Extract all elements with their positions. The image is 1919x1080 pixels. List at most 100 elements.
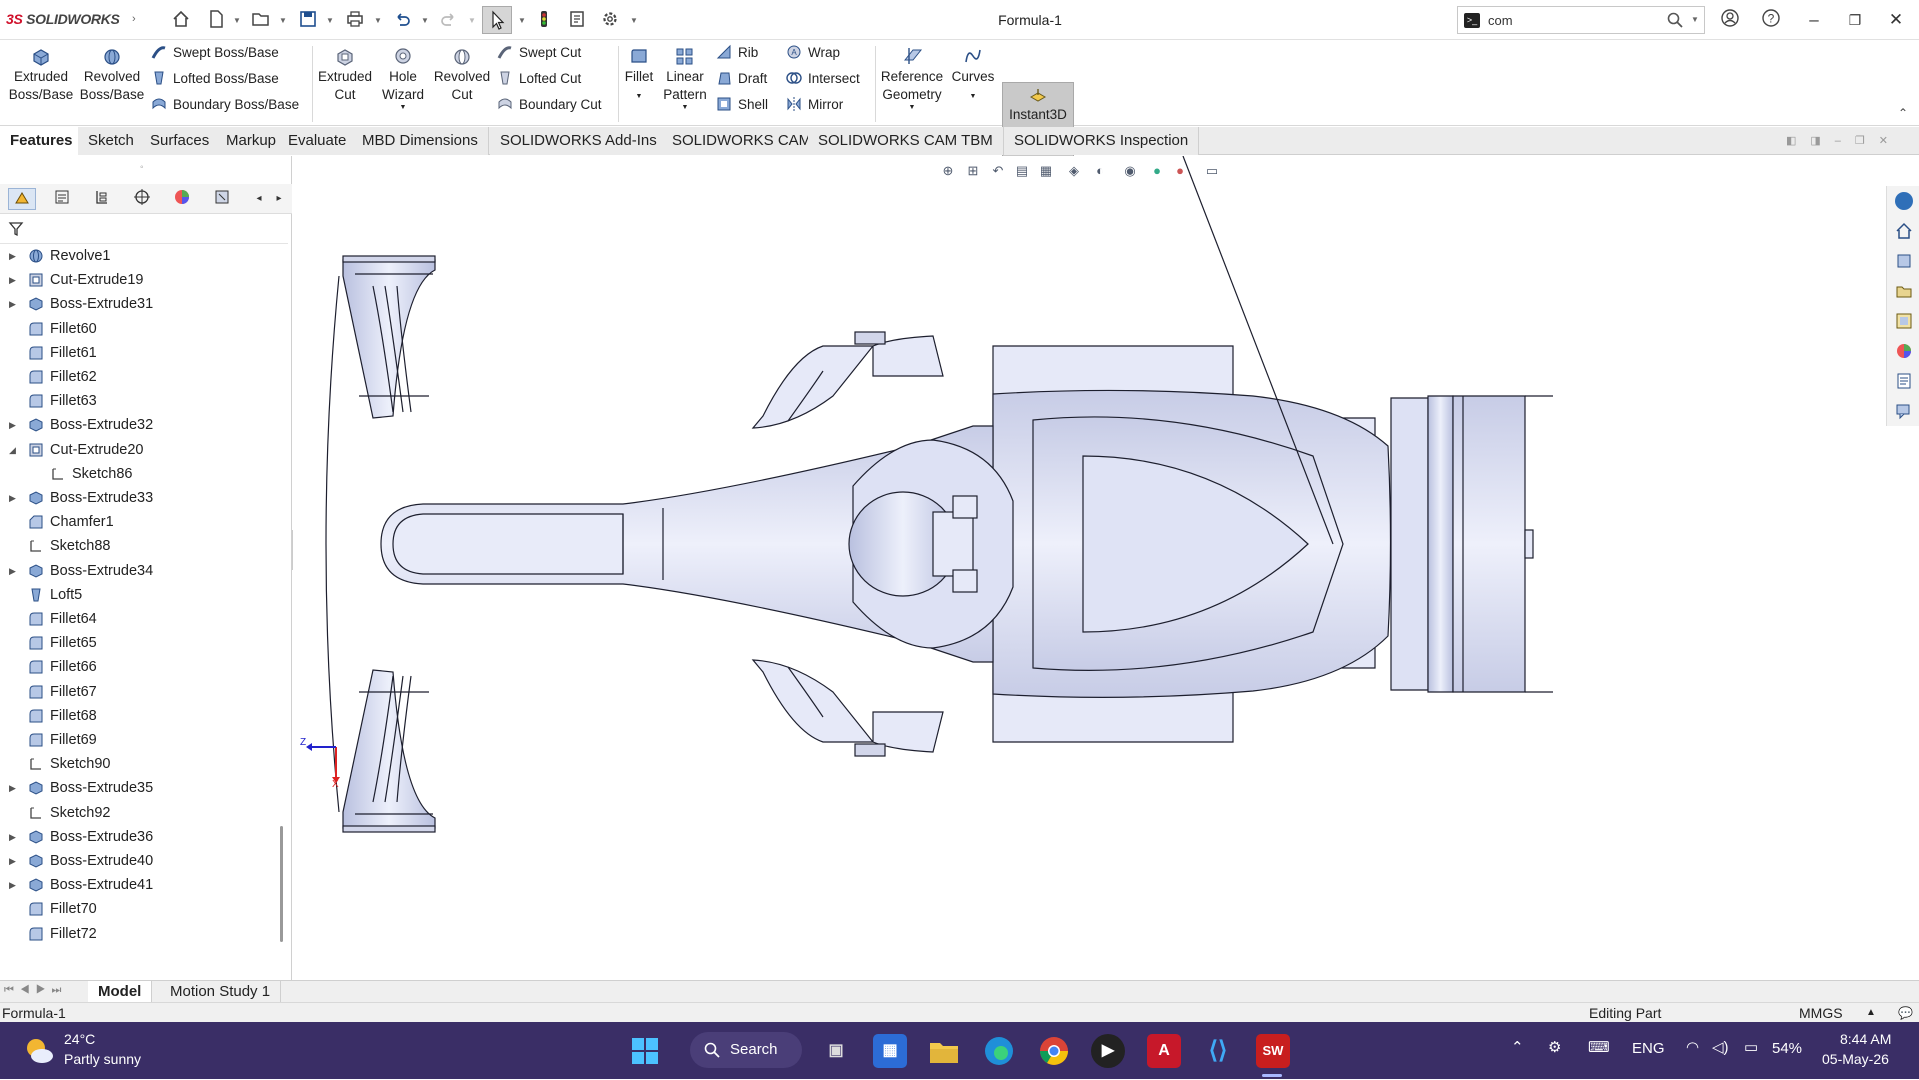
file-explorer-pane-icon[interactable] bbox=[1895, 282, 1913, 300]
view-orientation-icon[interactable]: ◈ bbox=[1065, 162, 1083, 180]
status-message-icon[interactable]: 💬 bbox=[1898, 1003, 1913, 1023]
reference-geometry-dropdown-icon[interactable]: ▼ bbox=[878, 104, 946, 112]
expand-arrow-icon[interactable]: ▶ bbox=[9, 413, 16, 437]
tab-scroll-left-icon[interactable]: ◂ bbox=[250, 188, 268, 210]
viewport-window-controls[interactable]: ◧◨–❐✕ bbox=[1786, 134, 1902, 147]
linear-pattern-dropdown-icon[interactable]: ▼ bbox=[660, 104, 710, 112]
home-pane-icon[interactable] bbox=[1895, 222, 1913, 240]
swept-cut-button[interactable]: Swept Cut bbox=[497, 42, 581, 64]
wifi-icon[interactable]: ◠ bbox=[1686, 1038, 1699, 1056]
autocad-icon[interactable]: A bbox=[1147, 1034, 1181, 1068]
tree-filter-bar[interactable] bbox=[0, 214, 288, 244]
fillet-button[interactable]: Fillet ▼ bbox=[622, 46, 656, 108]
chrome-icon[interactable] bbox=[1037, 1034, 1071, 1068]
tree-item-loft5[interactable]: Loft5 bbox=[0, 583, 280, 607]
collapse-ribbon-icon[interactable]: ⌃ bbox=[1898, 106, 1908, 120]
save-icon[interactable] bbox=[297, 9, 319, 31]
custom-properties-icon[interactable] bbox=[1895, 372, 1913, 390]
previous-view-icon[interactable]: ↶ bbox=[989, 162, 1007, 180]
collapse-arrow-icon[interactable]: ◢ bbox=[9, 438, 16, 462]
keyboard-icon[interactable]: ⌨ bbox=[1588, 1038, 1610, 1056]
clock-time[interactable]: 8:44 AM bbox=[1840, 1031, 1891, 1047]
tab-scroll-right-icon[interactable]: ▸ bbox=[270, 188, 288, 210]
options-gear-icon[interactable] bbox=[599, 9, 621, 31]
rib-button[interactable]: Rib bbox=[716, 42, 758, 64]
edit-appearance-icon[interactable]: ● bbox=[1148, 162, 1166, 180]
forum-icon[interactable] bbox=[1895, 402, 1913, 420]
units-up-icon[interactable]: ▲ bbox=[1866, 1003, 1876, 1023]
tab-sketch[interactable]: Sketch bbox=[78, 127, 145, 155]
tree-item-fillet68[interactable]: Fillet68 bbox=[0, 704, 280, 728]
tree-item-fillet65[interactable]: Fillet65 bbox=[0, 631, 280, 655]
wrap-button[interactable]: A Wrap bbox=[786, 42, 840, 64]
apply-scene-icon[interactable]: ● bbox=[1171, 162, 1189, 180]
cam-manager-tab-icon[interactable] bbox=[208, 188, 236, 210]
volume-icon[interactable]: ◁) bbox=[1712, 1038, 1729, 1056]
menu-expand-icon[interactable]: › bbox=[132, 13, 136, 25]
print-icon[interactable] bbox=[344, 9, 366, 31]
tray-overflow-icon[interactable]: ⌃ bbox=[1511, 1038, 1524, 1056]
task-view-icon[interactable]: ▣ bbox=[819, 1034, 853, 1068]
tree-item-boss-extrude41[interactable]: ▶ Boss-Extrude41 bbox=[0, 873, 280, 897]
tree-item-cut-extrude20[interactable]: ◢ Cut-Extrude20 bbox=[0, 438, 280, 462]
solidworks-taskbar-icon[interactable]: SW bbox=[1256, 1034, 1290, 1068]
home-icon[interactable] bbox=[170, 9, 192, 31]
expand-arrow-icon[interactable]: ▶ bbox=[9, 486, 16, 510]
tree-item-fillet62[interactable]: Fillet62 bbox=[0, 365, 280, 389]
display-manager-tab-icon[interactable] bbox=[168, 188, 196, 210]
redo-dropdown-icon[interactable]: ▼ bbox=[468, 16, 476, 25]
tree-item-sketch90[interactable]: Sketch90 bbox=[0, 752, 280, 776]
tree-item-fillet64[interactable]: Fillet64 bbox=[0, 607, 280, 631]
revolved-boss-button[interactable]: Revolved Boss/Base bbox=[78, 46, 146, 104]
extruded-boss-button[interactable]: Extruded Boss/Base bbox=[8, 46, 74, 104]
tree-item-fillet61[interactable]: Fillet61 bbox=[0, 341, 280, 365]
expand-arrow-icon[interactable]: ▶ bbox=[9, 849, 16, 873]
lofted-cut-button[interactable]: Lofted Cut bbox=[497, 68, 581, 90]
extruded-cut-button[interactable]: Extruded Cut bbox=[317, 46, 373, 104]
design-library-icon[interactable] bbox=[1895, 252, 1913, 270]
options-dropdown-icon[interactable]: ▼ bbox=[630, 16, 638, 25]
property-manager-tab-icon[interactable] bbox=[48, 188, 76, 210]
open-icon[interactable] bbox=[250, 9, 272, 31]
tab-surfaces[interactable]: Surfaces bbox=[140, 127, 221, 155]
microsoft-store-icon[interactable]: ▦ bbox=[873, 1034, 907, 1068]
vscode-icon[interactable]: ⟨⟩ bbox=[1201, 1034, 1235, 1068]
search-box[interactable]: >_ ▼ bbox=[1457, 6, 1705, 34]
hole-wizard-button[interactable]: Hole Wizard ▼ bbox=[376, 46, 430, 112]
tree-item-chamfer1[interactable]: Chamfer1 bbox=[0, 510, 280, 534]
battery-icon[interactable]: ▭ bbox=[1744, 1038, 1758, 1056]
mirror-button[interactable]: Mirror bbox=[786, 94, 843, 116]
configuration-manager-tab-icon[interactable] bbox=[88, 188, 116, 210]
solidworks-resources-icon[interactable] bbox=[1895, 192, 1913, 210]
tree-item-boss-extrude32[interactable]: ▶ Boss-Extrude32 bbox=[0, 413, 280, 437]
minimize-window-icon[interactable]: – bbox=[1800, 8, 1828, 32]
section-view-icon[interactable]: ▤ bbox=[1013, 162, 1031, 180]
search-input[interactable] bbox=[1488, 10, 1638, 30]
feature-manager-tab-icon[interactable] bbox=[8, 188, 36, 210]
weather-description[interactable]: Partly sunny bbox=[64, 1051, 141, 1067]
new-document-icon[interactable] bbox=[205, 9, 227, 31]
tab-evaluate[interactable]: Evaluate bbox=[278, 127, 358, 155]
dimxpert-tab-icon[interactable] bbox=[128, 188, 156, 210]
zoom-to-fit-icon[interactable]: ⊕ bbox=[939, 162, 957, 180]
fillet-dropdown-icon[interactable]: ▼ bbox=[622, 86, 656, 108]
units-selector[interactable]: MMGS bbox=[1799, 1003, 1843, 1023]
windows-start-icon[interactable] bbox=[628, 1034, 662, 1068]
tree-item-sketch92[interactable]: Sketch92 bbox=[0, 801, 280, 825]
filter-icon[interactable] bbox=[8, 221, 24, 237]
tab-scroll-controls[interactable]: ⏮◀▶⏭ bbox=[4, 984, 67, 997]
tree-item-boss-extrude36[interactable]: ▶ Boss-Extrude36 bbox=[0, 825, 280, 849]
panel-handle-icon[interactable]: ◦ bbox=[140, 162, 144, 173]
shell-button[interactable]: Shell bbox=[716, 94, 768, 116]
intersect-button[interactable]: Intersect bbox=[786, 68, 860, 90]
tree-item-fillet66[interactable]: Fillet66 bbox=[0, 655, 280, 679]
linear-pattern-button[interactable]: Linear Pattern ▼ bbox=[660, 46, 710, 112]
tree-item-boss-extrude35[interactable]: ▶ Boss-Extrude35 bbox=[0, 776, 280, 800]
clock-date[interactable]: 05-May-26 bbox=[1822, 1051, 1889, 1067]
expand-arrow-icon[interactable]: ▶ bbox=[9, 776, 16, 800]
tree-item-fillet70[interactable]: Fillet70 bbox=[0, 897, 280, 921]
weather-icon[interactable] bbox=[22, 1034, 56, 1068]
tray-app-icon[interactable]: ⚙ bbox=[1548, 1038, 1561, 1056]
file-properties-icon[interactable] bbox=[566, 9, 588, 31]
expand-arrow-icon[interactable]: ▶ bbox=[9, 268, 16, 292]
